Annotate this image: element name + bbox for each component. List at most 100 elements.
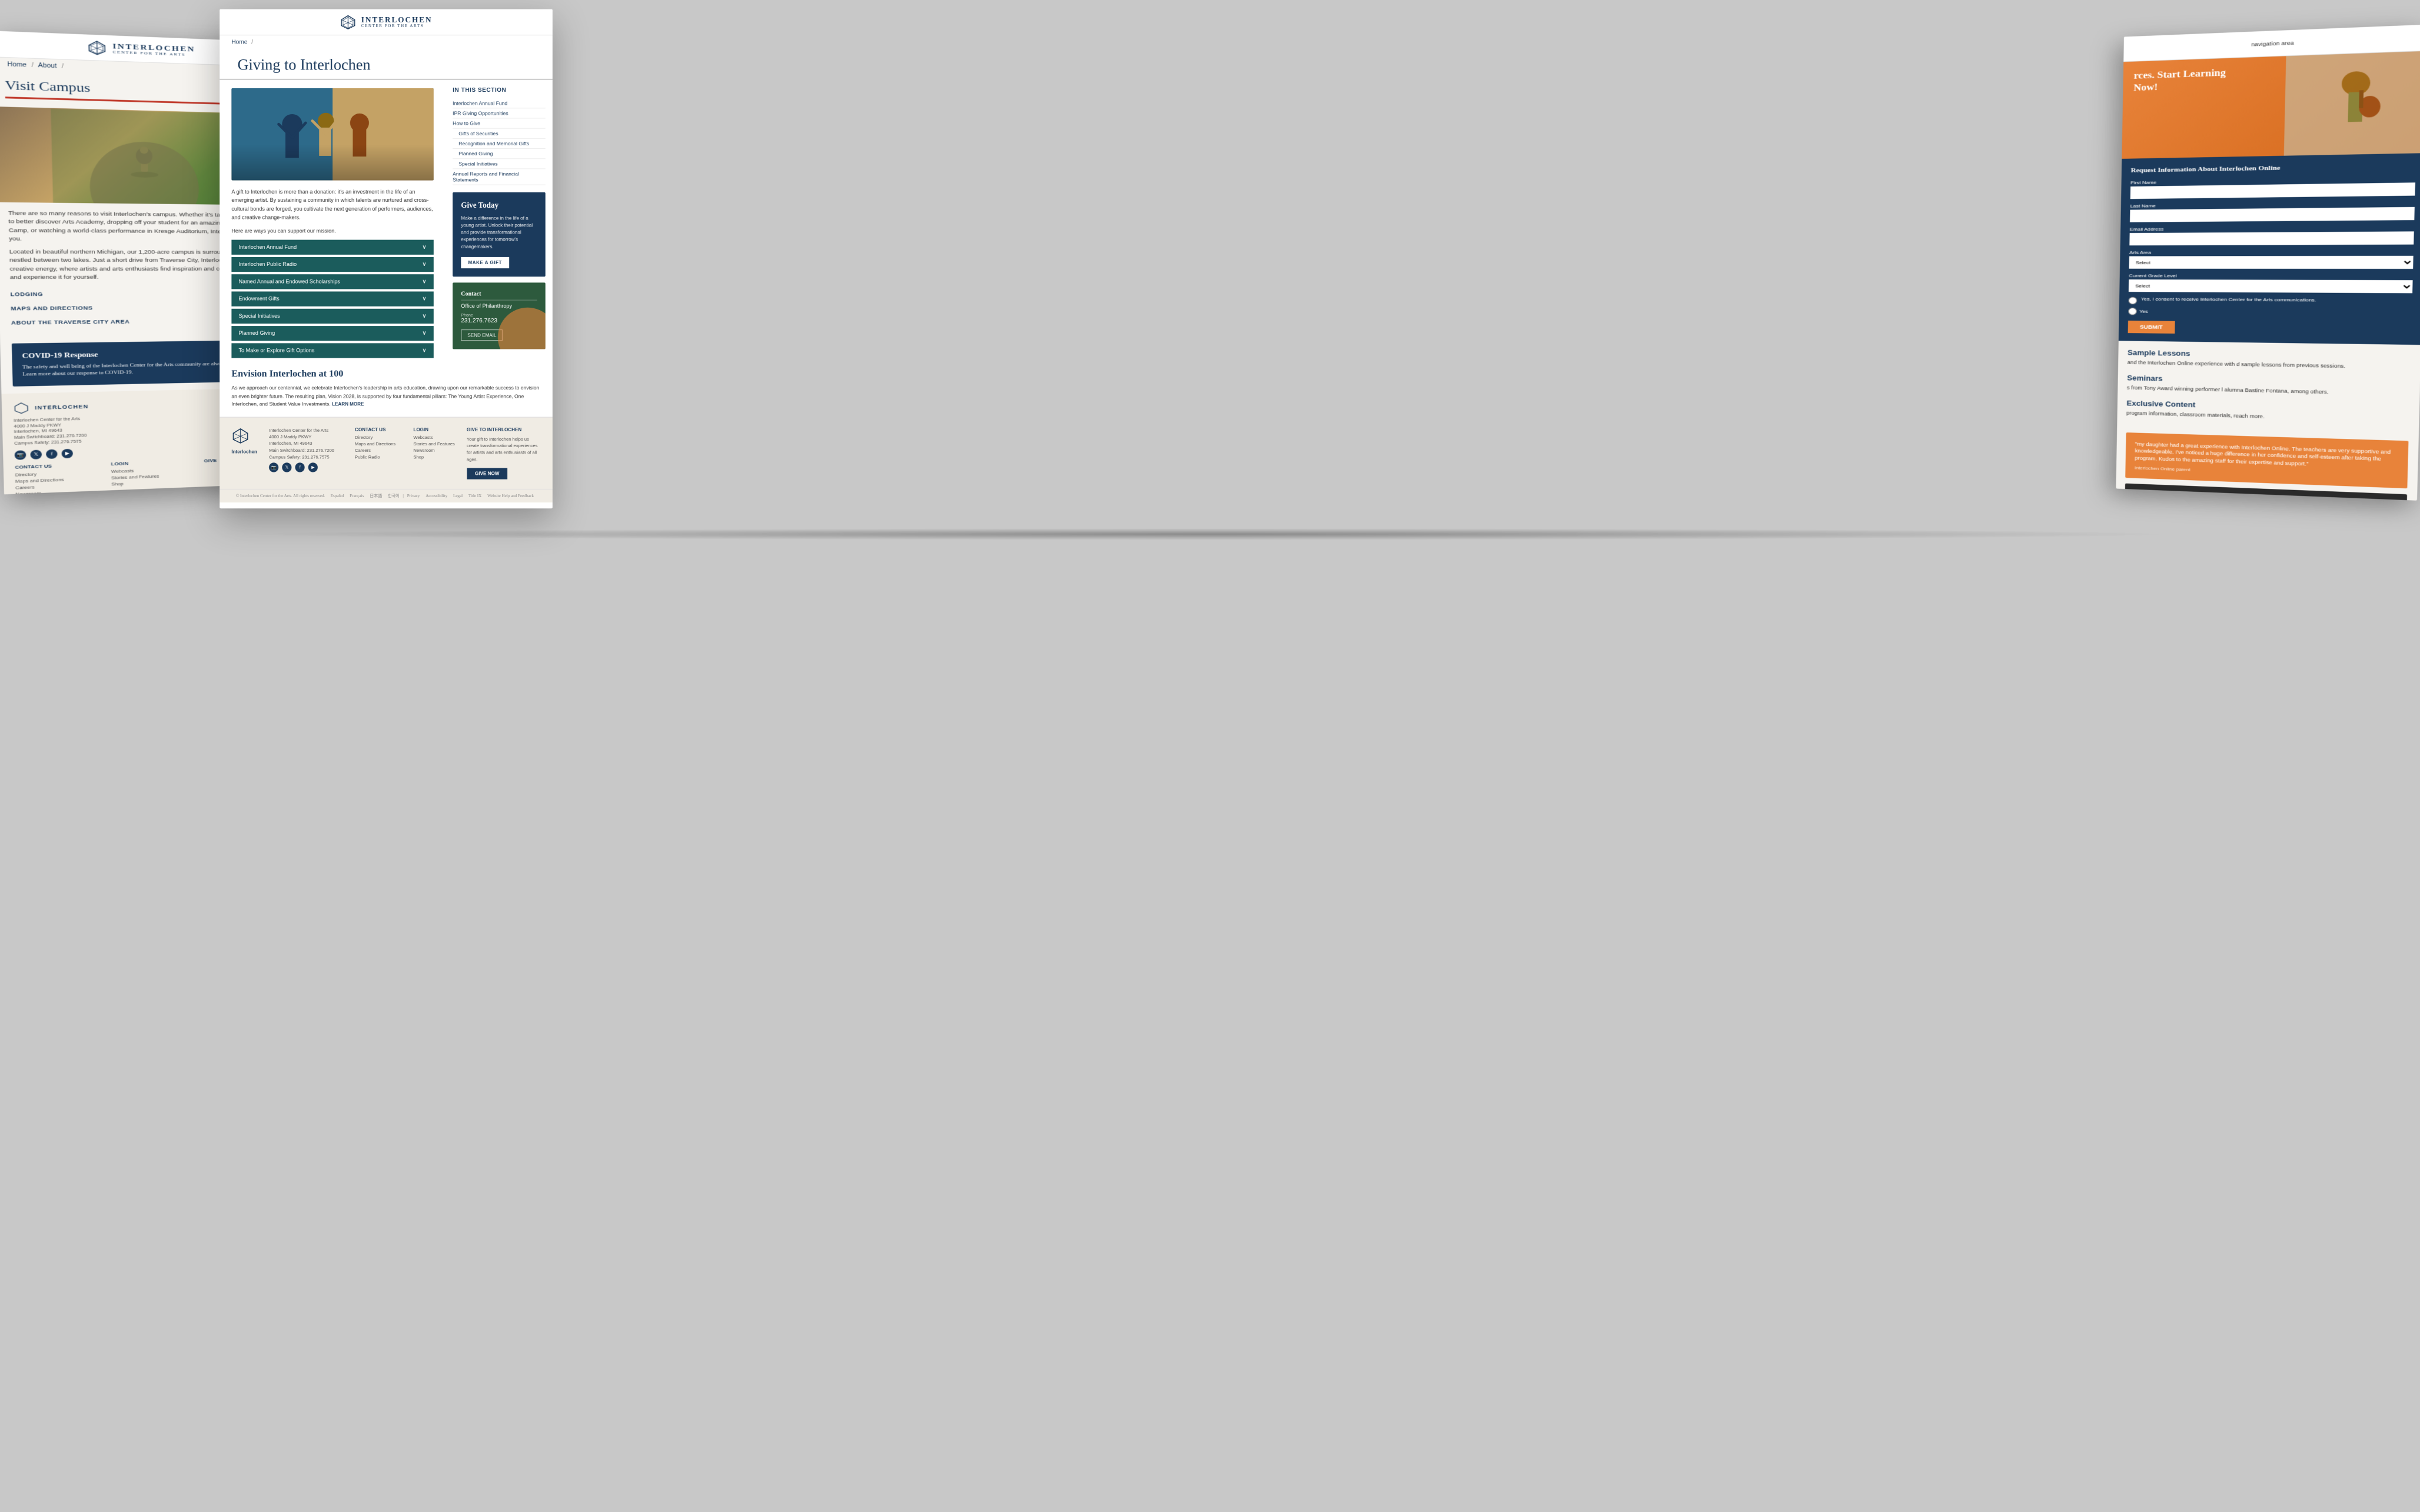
contact-phone: 231.276.7623 (461, 318, 537, 324)
youtube-icon[interactable]: ▶ (61, 449, 73, 458)
facebook-icon[interactable]: f (46, 449, 58, 458)
instagram-icon[interactable]: 📷 (15, 450, 26, 460)
instagram-icon[interactable]: 📷 (269, 463, 278, 472)
named-scholarships-label: Named Annual and Endowed Scholarships (238, 279, 340, 285)
learn-more-link[interactable]: LEARN MORE (332, 401, 364, 407)
giving-intro-text: A gift to Interlochen is more than a don… (231, 188, 433, 222)
center-footer: Interlochen Interlochen Center for the A… (220, 417, 553, 489)
youtube-icon[interactable]: ▶ (308, 463, 318, 472)
arts-area-select[interactable]: Select (2129, 256, 2414, 269)
website-help-link[interactable]: Website Help and Feedback (487, 494, 534, 498)
interlochen-logo-icon (87, 39, 107, 56)
give-text: Your gift to Interlochen helps us create… (467, 436, 541, 462)
gifts-securities-link[interactable]: Gifts of Securities (458, 131, 498, 136)
twitter-icon[interactable]: 𝕏 (30, 449, 42, 459)
phone-label: Phone (461, 314, 537, 318)
accordion-planned-giving-header[interactable]: Planned Giving ∨ (231, 326, 433, 341)
center-logo-icon (340, 14, 356, 30)
testimonial-card: "my daughter had a great experience with… (2125, 432, 2408, 488)
scene-shadow (242, 528, 2178, 540)
give-now-button[interactable]: GIVE NOW (467, 468, 508, 479)
form-title: Request Information About Interlochen On… (2130, 162, 2415, 175)
left-logo: Interlochen CENTER FOR THE ARTS (87, 39, 195, 59)
last-name-field[interactable] (2130, 207, 2415, 222)
list-item: Planned Giving (453, 149, 546, 159)
espanol-link[interactable]: Español (331, 494, 344, 498)
yes-label-row: Yes (2128, 308, 2412, 318)
accordion-named-scholarships-header[interactable]: Named Annual and Endowed Scholarships ∨ (231, 274, 433, 289)
center-social-icons: 📷 𝕏 f ▶ (269, 463, 343, 472)
consent-radio[interactable] (2129, 297, 2138, 305)
right-hero-image (2284, 51, 2420, 156)
legal-link[interactable]: Legal (453, 494, 463, 498)
give-heading: GIVE TO INTERLOCHEN (467, 427, 541, 432)
giving-hero-image (231, 88, 433, 181)
form-grade-row: Current Grade Level Select (2129, 274, 2413, 294)
exclusive-content-section: Exclusive Content program information, c… (2126, 399, 2409, 424)
chevron-down-icon: ∨ (422, 330, 426, 337)
submit-button[interactable]: SUBMIT (2128, 321, 2175, 334)
facebook-icon[interactable]: f (295, 463, 305, 472)
privacy-link[interactable]: Privacy (407, 494, 420, 498)
center-footer-address: Interlochen Center for the Arts 4000 J M… (269, 427, 343, 461)
twitter-icon[interactable]: 𝕏 (282, 463, 291, 472)
korean-link[interactable]: 한국어 (388, 494, 400, 498)
form-arts-area-row: Arts Area Select (2129, 249, 2414, 269)
grade-label: Current Grade Level (2129, 274, 2413, 279)
center-logo-text: Interlochen CENTER FOR THE ARTS (361, 15, 433, 28)
envision-text: As we approach our centennial, we celebr… (231, 384, 540, 408)
accordion-special-initiatives: Special Initiatives ∨ (231, 309, 433, 324)
center-footer-col-contact: Contact Us Directory Maps and Directions… (355, 427, 395, 461)
email-field[interactable] (2129, 232, 2414, 246)
accordion-public-radio-header[interactable]: Interlochen Public Radio ∨ (231, 257, 433, 272)
accordion-public-radio: Interlochen Public Radio ∨ (231, 257, 433, 272)
lodging-link[interactable]: LODGING (11, 291, 44, 297)
right-hero: rces. Start Learning Now! (2122, 51, 2420, 159)
stories-features-link[interactable]: Stories and Features (413, 441, 454, 447)
consent-row: Yes, I consent to receive Interlochen Ce… (2129, 297, 2412, 307)
francais-link[interactable]: Français (350, 494, 364, 498)
arts-area-label: Arts Area (2129, 249, 2414, 255)
japanese-link[interactable]: 日本語 (370, 494, 382, 498)
center-sidebar: IN THIS SECTION Interlochen Annual Fund … (446, 80, 553, 369)
list-item: Gifts of Securities (453, 129, 546, 139)
giving-hero-svg (231, 88, 433, 181)
accordion-annual-fund: Interlochen Annual Fund ∨ (231, 240, 433, 255)
accessibility-link[interactable]: Accessibility (426, 494, 447, 498)
footer-logo-icon (13, 401, 29, 415)
chevron-down-icon: ∨ (422, 244, 426, 251)
yes-radio[interactable] (2128, 308, 2137, 315)
give-today-title: Give Today (461, 201, 537, 210)
maps-link[interactable]: MAPS AND DIRECTIONS (11, 305, 93, 311)
in-this-section-heading: IN THIS SECTION (453, 87, 546, 94)
contact-heading: Contact (461, 291, 537, 300)
list-item: Interlochen Annual Fund (453, 98, 546, 108)
email-label: Email Address (2130, 225, 2414, 232)
accordion-annual-fund-header[interactable]: Interlochen Annual Fund ∨ (231, 240, 433, 255)
send-email-button[interactable]: SEND EMAIL (461, 329, 503, 341)
accordion-endowment-header[interactable]: Endowment Gifts ∨ (231, 291, 433, 306)
left-logo-text: Interlochen CENTER FOR THE ARTS (112, 42, 195, 58)
accordion-named-scholarships: Named Annual and Endowed Scholarships ∨ (231, 274, 433, 289)
chevron-down-icon: ∨ (422, 295, 426, 302)
title-ix-link[interactable]: Title IX (468, 494, 481, 498)
dark-section-image (2133, 491, 2397, 501)
center-breadcrumb: Home / (220, 35, 553, 49)
first-name-field[interactable] (2130, 183, 2415, 199)
form-email-row: Email Address (2129, 225, 2414, 246)
give-today-text: Make a difference in the life of a young… (461, 215, 537, 251)
chevron-down-icon: ∨ (422, 261, 426, 268)
accordion-special-initiatives-header[interactable]: Special Initiatives ∨ (231, 309, 433, 324)
center-footer-col-login: Login Webcasts Stories and Features News… (413, 427, 454, 461)
consent-text: Yes, I consent to receive Interlochen Ce… (2141, 297, 2316, 303)
contact-card: Contact Office of Philanthropy Phone 231… (453, 282, 546, 349)
right-panel: navigation area rces. Start Learning Now… (2116, 25, 2420, 501)
giving-accordion: Interlochen Annual Fund ∨ Interlochen Pu… (231, 240, 433, 358)
list-item: Annual Reports and Financial Statements (453, 169, 546, 185)
grade-select[interactable]: Select (2129, 279, 2413, 293)
center-footer-logo: Interlochen (231, 427, 257, 454)
form-first-name-row: First Name (2130, 176, 2416, 199)
traverse-link[interactable]: ABOUT THE TRAVERSE CITY AREA (11, 319, 130, 326)
accordion-gift-options-header[interactable]: To Make or Explore Gift Options ∨ (231, 343, 433, 358)
make-gift-button[interactable]: MAKE A GIFT (461, 257, 509, 268)
